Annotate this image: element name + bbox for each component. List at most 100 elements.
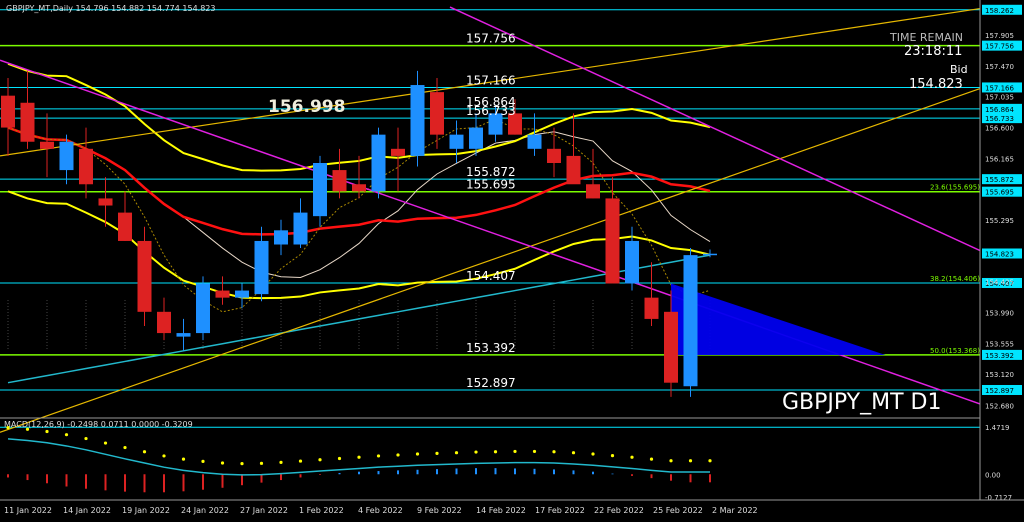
- candle-body: [605, 198, 620, 284]
- axis-tick-label: 156.733: [985, 115, 1014, 123]
- macd-tick-label: -0.7127: [985, 494, 1012, 502]
- time-axis-label: 17 Feb 2022: [535, 506, 585, 515]
- candle-body: [313, 162, 327, 217]
- macd-dot: [201, 459, 205, 463]
- candle-body: [235, 290, 249, 298]
- candle-body: [40, 141, 54, 149]
- macd-dot: [571, 451, 576, 455]
- candle-body: [625, 240, 639, 284]
- candle-body: [79, 148, 93, 185]
- axis-tick-label: 155.695: [985, 189, 1014, 197]
- axis-tick-label: 154.425: [985, 279, 1014, 287]
- macd-dot: [162, 454, 166, 458]
- candle-body: [703, 253, 717, 256]
- axis-tick-label: 152.897: [985, 387, 1014, 395]
- fib-label: 38.2(154.406): [930, 275, 980, 283]
- level-label: 157.756: [466, 32, 516, 46]
- macd-dot: [142, 450, 147, 454]
- macd-dot: [669, 459, 673, 463]
- macd-dot: [337, 456, 342, 461]
- symbol-info: GBPJPY_MT,Daily 154.796 154.882 154.774 …: [6, 4, 215, 13]
- macd-dot: [357, 455, 361, 459]
- macd-dot: [474, 450, 478, 454]
- candle-body: [20, 102, 35, 142]
- big-level-label: 156.998: [268, 97, 345, 117]
- macd-dot: [532, 449, 537, 454]
- axis-tick-label: 156.600: [985, 125, 1014, 133]
- macd-dot: [688, 459, 693, 463]
- time-axis-label: 22 Feb 2022: [594, 506, 644, 515]
- candle-body: [137, 240, 152, 312]
- macd-dot: [181, 457, 186, 461]
- level-label: 153.392: [466, 341, 516, 355]
- candle-body: [527, 134, 542, 149]
- time-axis-label: 14 Jan 2022: [63, 506, 111, 515]
- candle-body: [196, 283, 210, 334]
- candle-body: [254, 240, 269, 295]
- macd-tick-label: 1.4719: [985, 424, 1010, 432]
- time-axis-label: 4 Feb 2022: [358, 506, 403, 515]
- axis-tick-label: 154.823: [985, 250, 1014, 258]
- candle-body: [215, 290, 230, 298]
- candle-body: [98, 198, 113, 206]
- axis-tick-label: 153.120: [985, 371, 1014, 379]
- macd-dot: [591, 452, 595, 456]
- macd-dot: [610, 454, 615, 458]
- bid-value: 154.823: [909, 77, 963, 92]
- axis-tick-label: 157.756: [985, 43, 1014, 51]
- level-label: 157.166: [466, 73, 516, 87]
- macd-dot: [84, 436, 88, 441]
- macd-dot: [103, 441, 108, 445]
- axis-tick-label: 157.166: [985, 84, 1014, 92]
- candle-body: [1, 95, 15, 128]
- time-axis-label: 1 Feb 2022: [299, 506, 344, 515]
- axis-tick-label: 155.295: [985, 217, 1014, 225]
- watermark: GBPJPY_MT D1: [782, 390, 941, 415]
- macd-info: MACD(12,26,9) -0.2498 0.0711 0.0000 -0.3…: [4, 420, 193, 429]
- macd-dot: [240, 462, 244, 466]
- level-label: 155.695: [466, 178, 516, 192]
- time-axis-label: 24 Jan 2022: [181, 506, 229, 515]
- axis-tick-label: 153.392: [985, 352, 1014, 360]
- macd-dot: [376, 454, 381, 458]
- fib-label: 23.6(155.695): [930, 184, 980, 192]
- candle-body: [469, 127, 483, 149]
- candle-body: [332, 170, 347, 192]
- candle-body: [566, 155, 581, 185]
- candle-body: [430, 92, 444, 135]
- macd-dot: [45, 429, 49, 434]
- macd-tick-label: 0.00: [985, 471, 1001, 479]
- macd-dot: [435, 451, 439, 455]
- candle-body: [664, 311, 678, 383]
- candle-body: [391, 148, 405, 156]
- candle-body: [59, 141, 74, 171]
- time-remain-value: 23:18:11: [904, 44, 962, 59]
- macd-dot: [259, 461, 264, 465]
- level-label: 152.897: [466, 376, 516, 390]
- macd-dot: [415, 452, 420, 456]
- bid-label: Bid: [950, 63, 968, 76]
- time-axis-label: 27 Jan 2022: [240, 506, 288, 515]
- macd-dot: [493, 450, 498, 454]
- candle-body: [449, 134, 464, 149]
- macd-dot: [708, 459, 712, 463]
- candle-body: [176, 333, 191, 337]
- candle-body: [352, 184, 366, 192]
- candle-body: [118, 212, 132, 241]
- candle-body: [293, 212, 308, 245]
- candle-body: [586, 184, 600, 199]
- macd-dot: [64, 433, 69, 437]
- time-axis-label: 14 Feb 2022: [476, 506, 526, 515]
- candle-body: [157, 311, 171, 334]
- gbpjpy-daily-chart[interactable]: 157.756157.166156.864156.733155.872155.6…: [0, 0, 1024, 522]
- axis-tick-label: 157.470: [985, 63, 1014, 71]
- macd-dot: [298, 459, 303, 463]
- time-axis-label: 25 Feb 2022: [653, 506, 703, 515]
- axis-tick-label: 157.035: [985, 94, 1014, 102]
- macd-dot: [552, 450, 556, 454]
- axis-tick-label: 153.555: [985, 340, 1014, 348]
- candle-body: [547, 148, 561, 163]
- candle-body: [410, 85, 425, 156]
- macd-dot: [279, 460, 283, 464]
- time-axis-label: 9 Feb 2022: [417, 506, 462, 515]
